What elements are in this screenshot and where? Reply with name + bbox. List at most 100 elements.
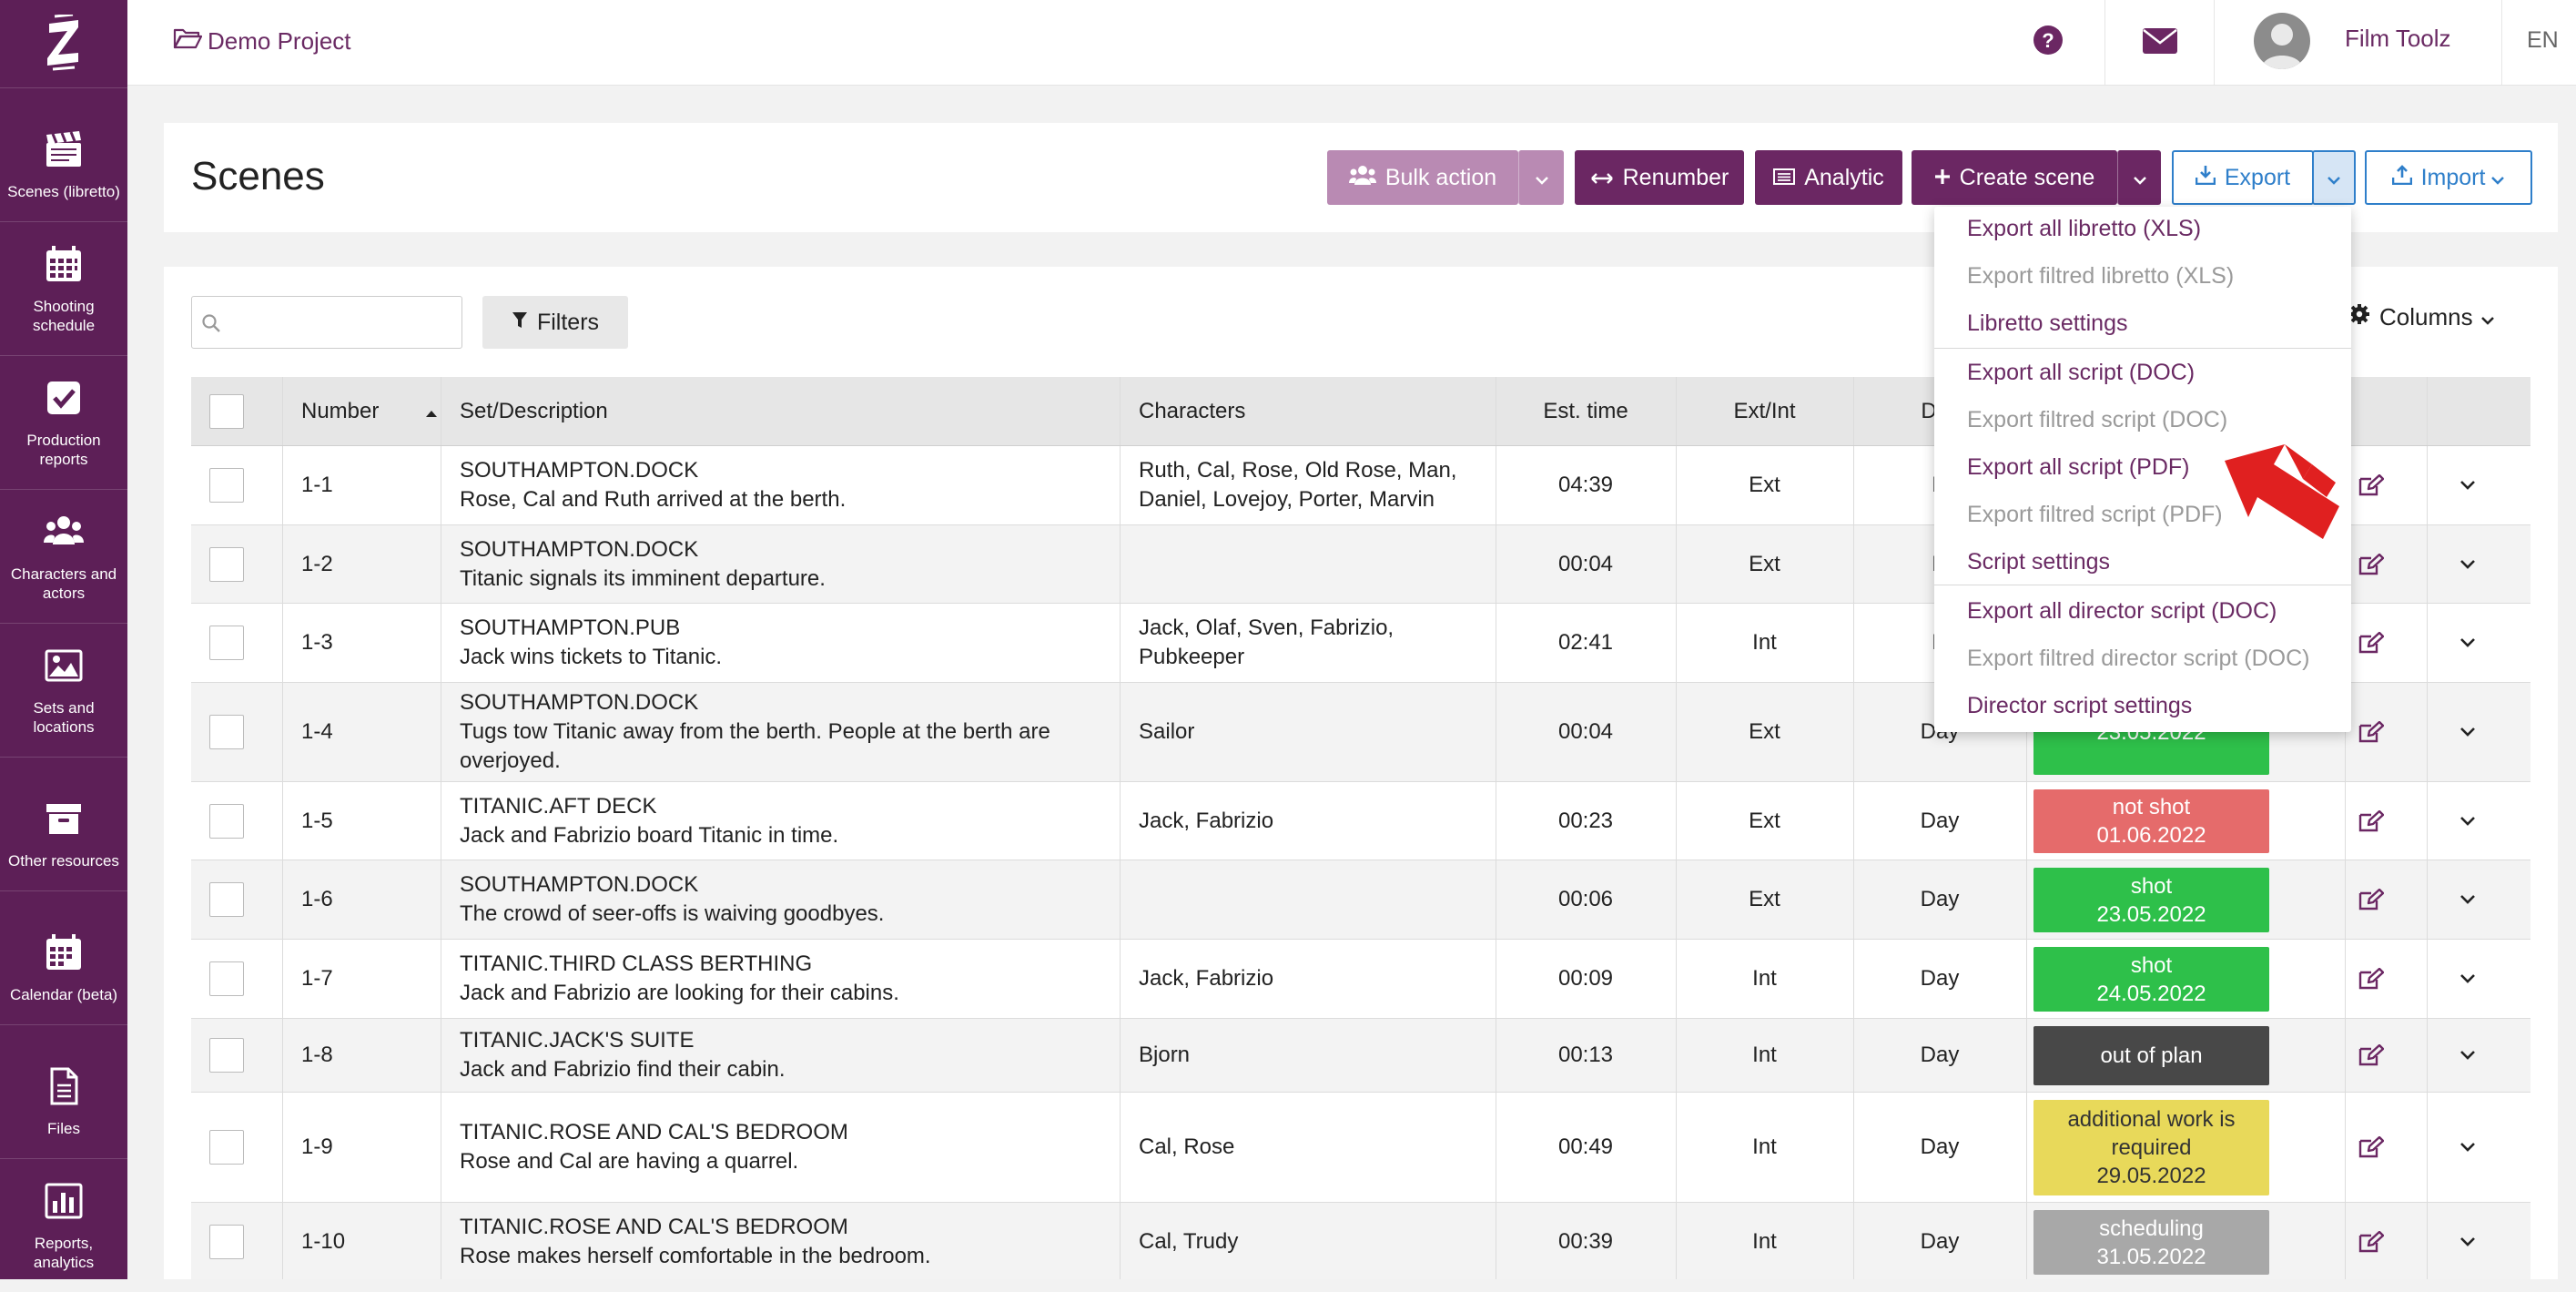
expand-row-chevron-icon[interactable] (2459, 446, 2476, 524)
expand-row-chevron-icon[interactable] (2459, 525, 2476, 603)
sidebar-item-checkbox[interactable]: Production reports (0, 355, 127, 489)
analytic-button[interactable]: Analytic (1755, 150, 1902, 205)
bulk-action-button[interactable]: Bulk action (1327, 150, 1518, 205)
export-menu-item[interactable]: Export all script (PDF) (1967, 454, 2189, 481)
chevron-down-icon (1535, 165, 1549, 191)
status-badge[interactable]: additional work is required 29.05.2022 (2033, 1100, 2269, 1195)
export-menu-item[interactable]: Libretto settings (1967, 310, 2128, 337)
column-header-est-time[interactable]: Est. time (1496, 377, 1676, 445)
sidebar-item-calendar[interactable]: Calendar (beta) (0, 890, 127, 1024)
expand-row-chevron-icon[interactable] (2459, 683, 2476, 781)
expand-row-chevron-icon[interactable] (2459, 860, 2476, 939)
create-scene-button[interactable]: Create scene (1912, 150, 2117, 205)
row-checkbox-cell (209, 604, 244, 682)
status-badge[interactable]: out of plan (2033, 1026, 2269, 1085)
scene-description: Jack and Fabrizio are looking for their … (460, 981, 899, 1005)
status-badge[interactable]: shot 23.05.2022 (2033, 868, 2269, 932)
row-checkbox[interactable] (209, 468, 244, 503)
day-night: Day (1920, 887, 1960, 911)
mail-icon[interactable] (2142, 27, 2178, 59)
column-header-characters[interactable]: Characters (1139, 377, 1245, 445)
expand-row-chevron-icon[interactable] (2459, 782, 2476, 860)
column-header-ext-int[interactable]: Ext/Int (1676, 377, 1853, 445)
status-badge[interactable]: scheduling 31.05.2022 (2033, 1210, 2269, 1275)
column-header-number[interactable]: Number (301, 377, 438, 445)
expand-row-chevron-icon[interactable] (2459, 604, 2476, 682)
column-header-set[interactable]: Set/Description (460, 377, 608, 445)
edit-icon[interactable] (2358, 683, 2384, 781)
columns-button[interactable]: Columns (2348, 303, 2495, 331)
row-checkbox[interactable] (209, 1225, 244, 1259)
renumber-button[interactable]: Renumber (1575, 150, 1744, 205)
row-checkbox[interactable] (209, 546, 244, 582)
search-field[interactable] (191, 296, 462, 349)
row-checkbox[interactable] (209, 961, 244, 996)
user-avatar[interactable] (2254, 13, 2310, 69)
export-menu-item[interactable]: Export all libretto (XLS) (1967, 216, 2201, 242)
status-badge[interactable]: shot 24.05.2022 (2033, 947, 2269, 1012)
export-dropdown-toggle[interactable] (2312, 150, 2356, 205)
row-checkbox[interactable] (209, 803, 244, 839)
edit-icon[interactable] (2358, 782, 2384, 860)
expand-row-chevron-icon[interactable] (2459, 1019, 2476, 1092)
edit-icon[interactable] (2358, 940, 2384, 1018)
export-button[interactable]: Export (2172, 150, 2314, 205)
expand-row-chevron-icon[interactable] (2459, 1093, 2476, 1202)
row-checkbox[interactable] (209, 1038, 244, 1073)
help-icon[interactable]: ? (2032, 24, 2064, 61)
scene-description: Jack and Fabrizio find their cabin. (460, 1057, 786, 1082)
import-button[interactable]: Import (2365, 150, 2532, 205)
edit-icon[interactable] (2358, 446, 2384, 524)
export-menu-item[interactable]: Export all script (DOC) (1967, 360, 2195, 386)
sidebar-item-people[interactable]: Characters and actors (0, 489, 127, 623)
gear-icon (2348, 303, 2379, 331)
table-row[interactable]: 1-6 SOUTHAMPTON.DOCK The crowd of seer-off… (191, 860, 2530, 940)
archive-box-icon (44, 799, 84, 839)
search-input[interactable] (228, 304, 451, 341)
ext-int: Ext (1749, 808, 1780, 833)
export-menu-item[interactable]: Director script settings (1967, 693, 2192, 719)
est-time: 00:49 (1557, 1134, 1614, 1159)
chevron-down-icon (2133, 165, 2147, 191)
filters-button[interactable]: Filters (482, 296, 628, 349)
row-checkbox-cell (209, 1203, 244, 1279)
set-name: TITANIC.JACK'S SUITE (460, 1028, 695, 1053)
sidebar-item-file[interactable]: Files (0, 1024, 127, 1158)
table-row[interactable]: 1-5 TITANIC.AFT DECK Jack and Fabrizio boa… (191, 782, 2530, 860)
row-checkbox[interactable] (209, 626, 244, 660)
sidebar-item-image[interactable]: Sets and locations (0, 623, 127, 757)
create-scene-dropdown-toggle[interactable] (2117, 150, 2161, 205)
export-menu-item[interactable]: Export all director script (DOC) (1967, 598, 2277, 625)
filmtoolz-logo-icon[interactable] (0, 0, 127, 87)
edit-icon[interactable] (2358, 1203, 2384, 1279)
bulk-action-dropdown-toggle[interactable] (1518, 150, 1564, 205)
table-row[interactable]: 1-9 TITANIC.ROSE AND CAL'S BEDROOM Rose an… (191, 1093, 2530, 1203)
row-checkbox[interactable] (209, 1130, 244, 1165)
expand-row-chevron-icon[interactable] (2459, 1203, 2476, 1279)
table-row[interactable]: 1-8 TITANIC.JACK'S SUITE Jack and Fabrizio… (191, 1019, 2530, 1093)
language-switcher[interactable]: EN (2527, 27, 2559, 54)
characters-cell: Bjorn (1139, 1043, 1191, 1067)
sidebar-item-clapperboard[interactable]: Scenes (libretto) (0, 87, 127, 221)
project-breadcrumb[interactable]: Demo Project (173, 25, 351, 57)
edit-icon[interactable] (2358, 1093, 2384, 1202)
edit-icon[interactable] (2358, 604, 2384, 682)
export-menu-item[interactable]: Script settings (1967, 549, 2110, 575)
row-checkbox[interactable] (209, 715, 244, 749)
edit-icon[interactable] (2358, 860, 2384, 939)
sidebar-item-calendar-grid[interactable]: Shooting schedule (0, 221, 127, 355)
user-name[interactable]: Film Toolz (2345, 25, 2451, 53)
image-icon (44, 646, 84, 686)
status-badge[interactable]: not shot 01.06.2022 (2033, 789, 2269, 853)
sidebar-item-archive-box[interactable]: Other resources (0, 757, 127, 890)
row-checkbox[interactable] (209, 882, 244, 917)
edit-icon[interactable] (2358, 1019, 2384, 1092)
status-date: 23.05.2022 (2096, 901, 2206, 927)
sidebar-item-bar-chart[interactable]: Reports, analytics (0, 1158, 127, 1292)
expand-row-chevron-icon[interactable] (2459, 940, 2476, 1018)
est-time: 00:04 (1557, 719, 1614, 744)
edit-icon[interactable] (2358, 525, 2384, 603)
select-all-checkbox[interactable] (209, 393, 244, 429)
table-row[interactable]: 1-7 TITANIC.THIRD CLASS BERTHING Jack and … (191, 940, 2530, 1019)
table-row[interactable]: 1-10 TITANIC.ROSE AND CAL'S BEDROOM Rose m… (191, 1203, 2530, 1279)
